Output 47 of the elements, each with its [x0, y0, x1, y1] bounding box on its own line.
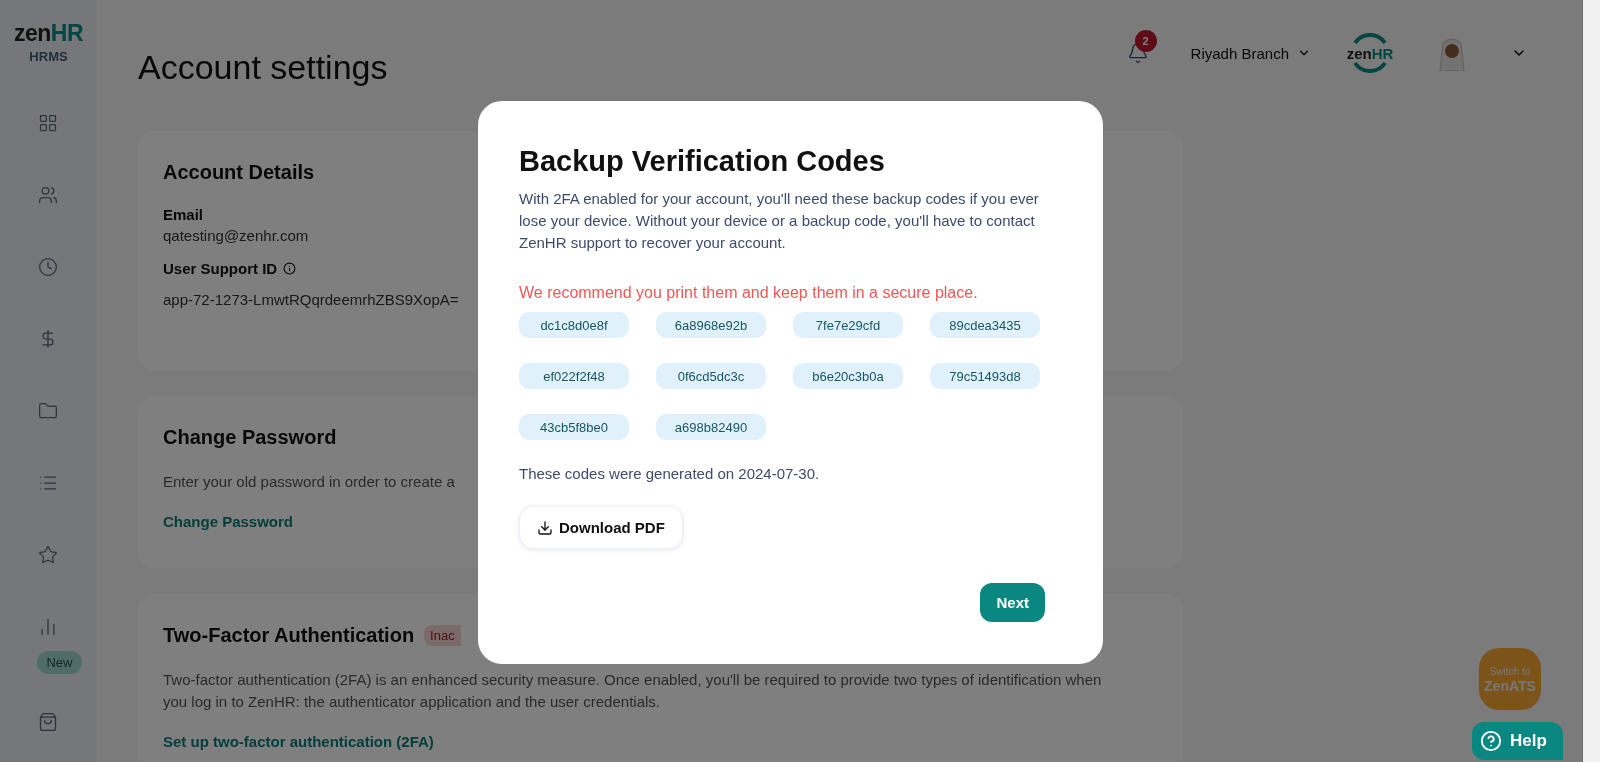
- field-label: Email: [163, 206, 204, 223]
- page-title: Account settings: [138, 48, 388, 88]
- card-description: Enter your old password in order to create a: [163, 472, 455, 492]
- backup-code: 79c51493d8: [930, 363, 1040, 389]
- field-label: User Support ID: [163, 260, 278, 277]
- status-badge: Inac: [424, 625, 461, 646]
- folder-icon[interactable]: [38, 401, 59, 421]
- star-icon[interactable]: [38, 545, 59, 565]
- avatar[interactable]: [1437, 35, 1467, 71]
- info-icon[interactable]: [283, 262, 297, 275]
- warning-text: We recommend you print them and keep them in a secure place.: [519, 284, 979, 302]
- support-id-value: app-72-1273-LmwtRQqrdeemrhZBS9XopA=: [163, 291, 459, 308]
- help-button[interactable]: Help: [1472, 722, 1563, 760]
- backup-code: ef022f2f48: [519, 363, 629, 389]
- logo: zenHR: [13, 22, 84, 45]
- backup-code: a698b82490: [656, 414, 766, 440]
- card-title: Account Details: [163, 161, 315, 184]
- backup-code: b6e20c3b0a: [793, 363, 903, 389]
- people-icon[interactable]: [38, 185, 59, 205]
- dashboard-icon[interactable]: [38, 113, 59, 133]
- backup-code: 89cdea3435: [930, 312, 1040, 338]
- dialog-description: With 2FA enabled for your account, you'll need these backup codes if you ever lose your device. Without your device or a backup code, you'll have to contact ZenHR support to recover your account.: [519, 189, 1040, 253]
- zenhr-logo: zenHR: [1347, 35, 1393, 71]
- shopping-bag-icon[interactable]: [38, 712, 59, 732]
- help-icon: [1480, 730, 1502, 752]
- card-title: Change Password: [163, 426, 337, 449]
- email-value: qatesting@zenhr.com: [163, 227, 309, 244]
- setup-2fa-link[interactable]: Set up two-factor authentication (2FA): [163, 733, 434, 750]
- download-icon: [537, 519, 553, 536]
- branch-selector[interactable]: Riyadh Branch: [1184, 43, 1317, 63]
- change-password-link[interactable]: Change Password: [163, 513, 294, 530]
- scrollbar[interactable]: [1582, 0, 1600, 762]
- generated-note: These codes were generated on 2024-07-30.: [519, 465, 821, 482]
- card-description: Two-factor authentication (2FA) is an enhanced security measure. Once enabled, you'll be required to provide two types of identification when you log in to ZenHR: the authenticator application and the user credentials.: [163, 670, 1103, 712]
- product-name: HRMS: [29, 49, 68, 64]
- backup-code: 0f6cd5dc3c: [656, 363, 766, 389]
- dialog-title: Backup Verification Codes: [519, 145, 886, 178]
- card-title: Two-Factor Authentication: [163, 624, 415, 647]
- next-button[interactable]: Next: [980, 583, 1045, 622]
- backup-code: 43cb5f8be0: [519, 414, 629, 440]
- backup-code: 7fe7e29cfd: [793, 312, 903, 338]
- notification-count: 2: [1134, 30, 1157, 52]
- new-badge: New: [37, 651, 82, 674]
- download-pdf-button[interactable]: Download PDF: [519, 506, 683, 549]
- backup-code: dc1c8d0e8f: [519, 312, 629, 338]
- backup-code: 6a8968e92b: [656, 312, 766, 338]
- clock-icon[interactable]: [38, 257, 59, 277]
